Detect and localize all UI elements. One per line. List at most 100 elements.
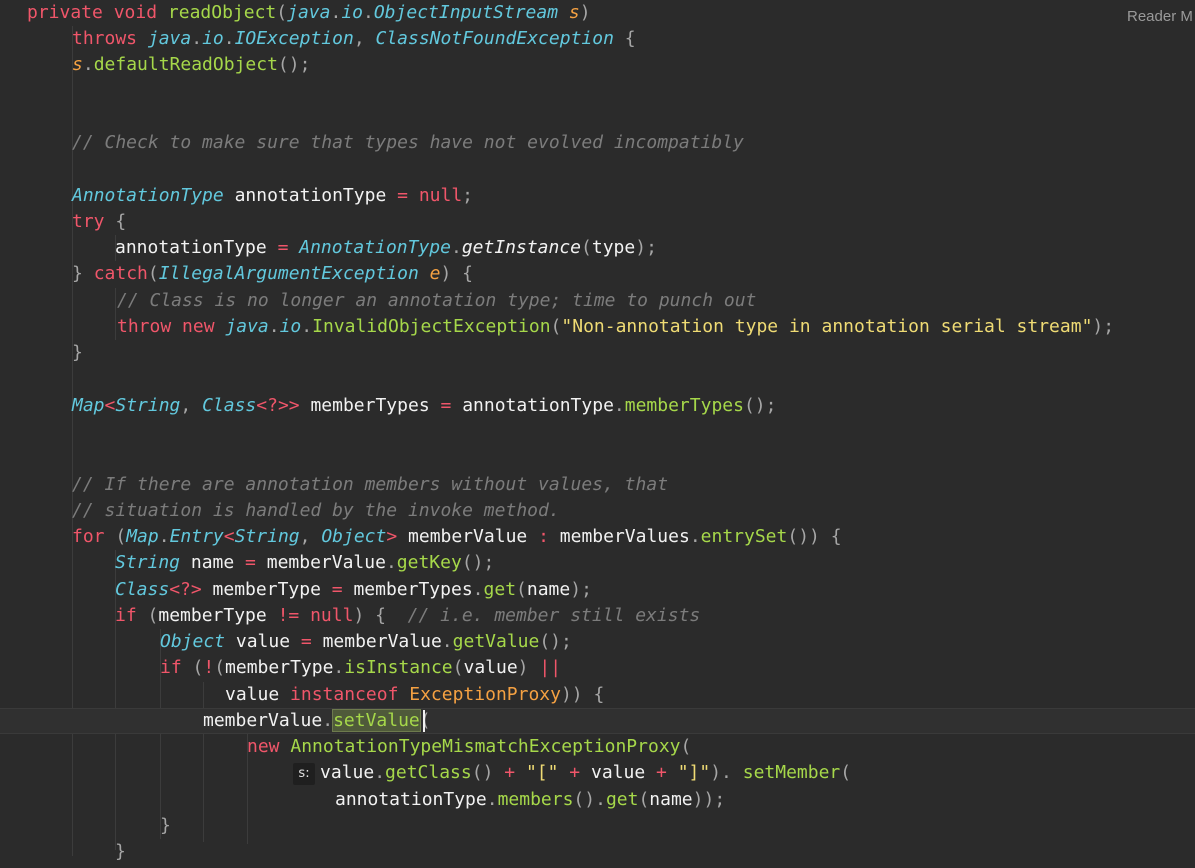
code-token: ); [1092,316,1115,337]
code-line[interactable]: annotationType = AnnotationType.getInsta… [0,235,1195,261]
code-token: . [441,631,453,652]
code-token: = [397,185,419,206]
code-line[interactable]: } [0,340,1195,366]
code-token: value [320,762,375,783]
code-token: memberValue [266,552,386,573]
code-line[interactable]: value.getClass() + "[" + value + "]"). s… [0,760,1195,786]
code-token: != [277,605,311,626]
code-token: java [225,316,269,337]
code-token: ( [214,657,226,678]
code-line[interactable]: // Check to make sure that types have no… [0,130,1195,156]
code-token: setMember [742,762,841,783]
code-line[interactable]: Map<String, Class<?>> memberTypes = anno… [0,393,1195,419]
code-line[interactable]: Object value = memberValue.getValue(); [0,629,1195,655]
code-token: Map [72,395,105,416]
code-token: = [277,237,300,258]
code-token: . [385,552,397,573]
code-line[interactable] [0,445,1195,471]
code-token: . [374,762,386,783]
code-line[interactable]: String name = memberValue.getKey(); [0,550,1195,576]
code-token: IllegalArgumentException [158,263,430,284]
code-token: "]" [677,762,711,783]
code-token: . [450,237,462,258]
code-token: io [341,2,363,23]
code-line[interactable]: try { [0,209,1195,235]
code-token: < [104,395,116,416]
code-token: new [182,316,226,337]
code-line[interactable]: Class<?> memberType = memberTypes.get(na… [0,577,1195,603]
code-editor[interactable]: private void readObject(java.io.ObjectIn… [0,0,1195,868]
code-line[interactable]: private void readObject(java.io.ObjectIn… [0,0,1195,26]
code-line[interactable]: // If there are annotation members witho… [0,472,1195,498]
code-token: { [115,211,127,232]
code-token: ); [635,237,657,258]
code-token: // i.e. member still exists [407,605,701,626]
code-token: java [287,2,331,23]
code-line[interactable]: s.defaultReadObject(); [0,52,1195,78]
code-token: annotationType [462,395,614,416]
code-token: Entry [169,526,224,547]
code-line[interactable]: throws java.io.IOException, ClassNotFoun… [0,26,1195,52]
code-token: catch [93,263,148,284]
code-token: ( [638,789,650,810]
code-token: io [202,28,224,49]
code-token: InvalidObjectException [312,316,551,337]
code-token: annotationType [234,185,398,206]
highlighted-token: setValue [332,709,421,732]
code-token: throw [117,316,183,337]
code-token: , [180,395,203,416]
code-line[interactable] [0,156,1195,182]
code-token: getClass [385,762,472,783]
code-token: + [504,762,526,783]
code-line[interactable]: if (!(memberType.isInstance(value) || [0,655,1195,681]
code-line[interactable]: AnnotationType annotationType = null; [0,183,1195,209]
code-token: + [569,762,591,783]
code-token: Object [160,631,236,652]
code-token: } [72,263,94,284]
code-token: "[" [525,762,570,783]
code-token: Class [115,579,170,600]
code-line[interactable]: // situation is handled by the invoke me… [0,498,1195,524]
code-token: ); [570,579,592,600]
code-token: ! [203,657,215,678]
code-token: (); [461,552,495,573]
code-token: ( [147,263,159,284]
reader-mode-button[interactable]: Reader M [1127,8,1193,25]
code-line[interactable] [0,78,1195,104]
code-line[interactable] [0,104,1195,130]
code-token: ObjectInputStream [373,2,569,23]
code-line[interactable]: for (Map.Entry<String, Object> memberVal… [0,524,1195,550]
code-token: // If there are annotation members witho… [72,474,669,495]
current-code-line[interactable]: memberValue.setValue( [0,708,1195,734]
code-line[interactable]: value instanceof ExceptionProxy)) { [0,682,1195,708]
code-line[interactable] [0,366,1195,392]
code-line[interactable]: throw new java.io.InvalidObjectException… [0,314,1195,340]
code-token: getKey [396,552,462,573]
code-line[interactable]: new AnnotationTypeMismatchExceptionProxy… [0,734,1195,760]
code-line[interactable]: } [0,813,1195,839]
code-token: . [472,579,484,600]
code-token: get [483,579,517,600]
code-token: getInstance [461,237,582,258]
code-line[interactable]: } catch(IllegalArgumentException e) { [0,261,1195,287]
code-line[interactable] [0,419,1195,445]
code-token: (); [277,54,311,75]
code-token: AnnotationType [72,185,235,206]
code-token: ). [710,762,743,783]
code-token: ( [680,736,692,757]
code-token: ( [516,579,527,600]
code-line[interactable]: } [0,839,1195,865]
code-token: ) [579,2,591,23]
code-token: String [115,552,191,573]
code-token: // situation is handled by the invoke me… [72,500,560,521]
code-token: IOException [234,28,354,49]
code-token: entrySet [700,526,788,547]
code-token: value [590,762,657,783]
code-line[interactable]: // Class is no longer an annotation type… [0,288,1195,314]
code-token: e [429,263,441,284]
code-token: name [190,552,246,573]
code-token: . [363,2,374,23]
code-line[interactable]: annotationType.members().get(name)); [0,787,1195,813]
code-token: Map [126,526,159,547]
code-line[interactable]: if (memberType != null) { // i.e. member… [0,603,1195,629]
